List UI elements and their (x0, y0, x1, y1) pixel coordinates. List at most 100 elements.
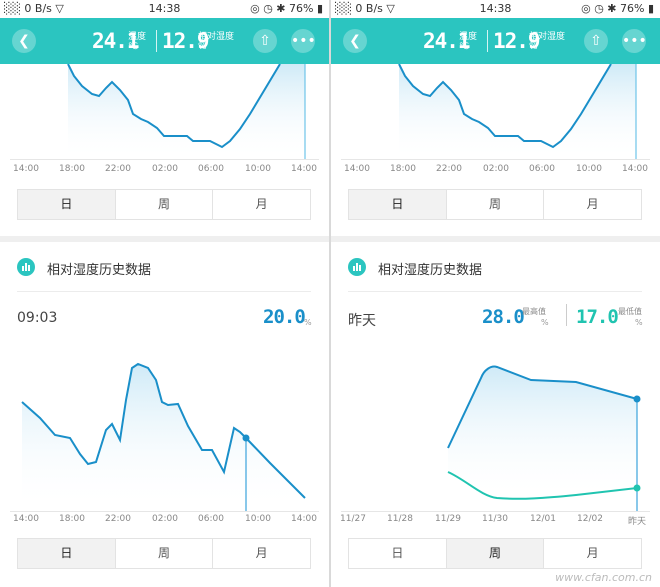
tab-month[interactable]: 月 (213, 539, 310, 568)
share-icon: ⇧ (590, 33, 602, 49)
more-button[interactable]: ••• (291, 29, 316, 53)
humidity-readout: 12.9 相对湿度% (162, 24, 234, 58)
x-tick: 02:00 (152, 514, 178, 524)
x-tick: 18:00 (59, 164, 85, 174)
back-button[interactable]: ❮ (343, 29, 367, 53)
status-right: ◎ ◷ ✱ 76% ▮ (581, 2, 654, 15)
tab-month[interactable]: 月 (544, 539, 641, 568)
x-tick: 14:00 (13, 514, 39, 524)
back-button[interactable]: ❮ (12, 29, 36, 53)
x-tick: 22:00 (105, 514, 131, 524)
tab-day[interactable]: 日 (349, 539, 447, 568)
tab-week[interactable]: 周 (116, 539, 214, 568)
x-tick: 10:00 (245, 514, 271, 524)
status-bar: ░░ 0 B/s ▽ 14:38 ◎ ◷ ✱ 76% ▮ (0, 0, 329, 18)
more-button[interactable]: ••• (622, 29, 647, 53)
reading-time: 昨天 (348, 313, 376, 329)
temperature-label: 温度 ℃ (128, 32, 147, 52)
top-period-tabs: 日 周 月 (17, 189, 311, 220)
tab-week[interactable]: 周 (446, 539, 545, 568)
x-tick: 14:00 (291, 514, 317, 524)
top-bar: ❮ 24.1 温度 ℃ 12.9 相对湿度% ⇧ ••• (331, 18, 660, 64)
x-tick: 11/30 (482, 514, 508, 524)
tab-day[interactable]: 日 (349, 190, 447, 219)
right-screen: ░░ 0 B/s ▽ 14:38 ◎ ◷ ✱ 76% ▮ ❮ 24.1 温度 ℃ … (331, 0, 660, 587)
reading-row: 09:03 20.0 % (0, 301, 329, 335)
humidity-readout: 12.9 相对湿度% (493, 24, 565, 58)
tab-week[interactable]: 周 (116, 190, 214, 219)
temperature-readout: 24.1 温度 ℃ (423, 24, 477, 58)
tab-day[interactable]: 日 (18, 539, 116, 568)
min-unit: % (635, 318, 643, 327)
min-value: 17.0 (576, 306, 619, 328)
tab-day[interactable]: 日 (18, 190, 116, 219)
x-tick: 18:00 (59, 514, 85, 524)
chevron-left-icon: ❮ (18, 33, 30, 49)
section-title: 相对湿度历史数据 (47, 263, 152, 278)
left-screen: ░░ 0 B/s ▽ 14:38 ◎ ◷ ✱ 76% ▮ ❮ 24.1 温度 ℃ … (0, 0, 329, 587)
tab-month[interactable]: 月 (544, 190, 641, 219)
reading-time: 09:03 (17, 310, 58, 326)
x-tick: 11/28 (387, 514, 413, 524)
temperature-label: 温度 ℃ (459, 32, 478, 52)
x-tick: 14:00 (13, 164, 39, 174)
x-tick: 14:00 (344, 164, 370, 174)
share-button[interactable]: ⇧ (584, 29, 608, 53)
humidity-label: 相对湿度% (198, 32, 235, 52)
x-tick: 10:00 (245, 164, 271, 174)
top-chart (331, 64, 660, 160)
history-period-tabs: 日 周 月 (17, 538, 311, 569)
top-chart (0, 64, 329, 160)
x-tick: 02:00 (483, 164, 509, 174)
status-bar: ░░ 0 B/s ▽ 14:38 ◎ ◷ ✱ 76% ▮ (331, 0, 660, 18)
min-label: 最低值 (618, 307, 642, 316)
x-tick: 11/29 (435, 514, 461, 524)
x-tick: 11/27 (340, 514, 366, 524)
x-tick: 昨天 (627, 517, 647, 527)
share-button[interactable]: ⇧ (253, 29, 277, 53)
top-period-tabs: 日 周 月 (348, 189, 642, 220)
bar-chart-icon (17, 258, 35, 276)
reading-unit: % (304, 318, 312, 327)
x-tick: 18:00 (390, 164, 416, 174)
x-tick: 22:00 (105, 164, 131, 174)
divider (17, 291, 311, 292)
x-tick: 06:00 (198, 514, 224, 524)
max-label: 最高值 (522, 307, 546, 316)
section-title: 相对湿度历史数据 (378, 263, 483, 278)
more-icon: ••• (291, 33, 316, 49)
humidity-label: 相对湿度% (529, 32, 566, 52)
status-right: ◎ ◷ ✱ 76% ▮ (250, 2, 323, 15)
share-icon: ⇧ (259, 33, 271, 49)
x-tick: 02:00 (152, 164, 178, 174)
x-tick: 12/02 (577, 514, 603, 524)
humidity-history-chart (331, 340, 660, 512)
min-series-marker (633, 484, 641, 492)
max-unit: % (541, 318, 549, 327)
history-chart-svg (10, 362, 319, 512)
history-chart-marker (242, 434, 250, 442)
x-tick: 06:00 (198, 164, 224, 174)
x-tick: 22:00 (436, 164, 462, 174)
x-tick: 14:00 (291, 164, 317, 174)
chevron-left-icon: ❮ (349, 33, 361, 49)
tab-week[interactable]: 周 (447, 190, 545, 219)
top-chart-area (399, 64, 636, 160)
more-icon: ••• (622, 33, 647, 49)
divider (348, 291, 642, 292)
watermark: www.cfan.com.cn (555, 571, 652, 584)
top-chart-svg (341, 64, 650, 160)
top-bar: ❮ 24.1 温度 ℃ 12.9 相对湿度% ⇧ ••• (0, 18, 329, 64)
history-period-tabs: 日 周 月 (348, 538, 642, 569)
top-chart-svg (10, 64, 319, 160)
x-tick: 12/01 (530, 514, 556, 524)
reading-row: 昨天 28.0 最高值 % 17.0 最低值 % (331, 301, 660, 335)
header-divider (487, 30, 488, 52)
header-divider (156, 30, 157, 52)
top-chart-area (68, 64, 305, 160)
section-gap (331, 236, 660, 242)
x-tick: 06:00 (529, 164, 555, 174)
x-tick: 10:00 (576, 164, 602, 174)
tab-month[interactable]: 月 (213, 190, 310, 219)
reading-value: 20.0 (263, 306, 306, 328)
